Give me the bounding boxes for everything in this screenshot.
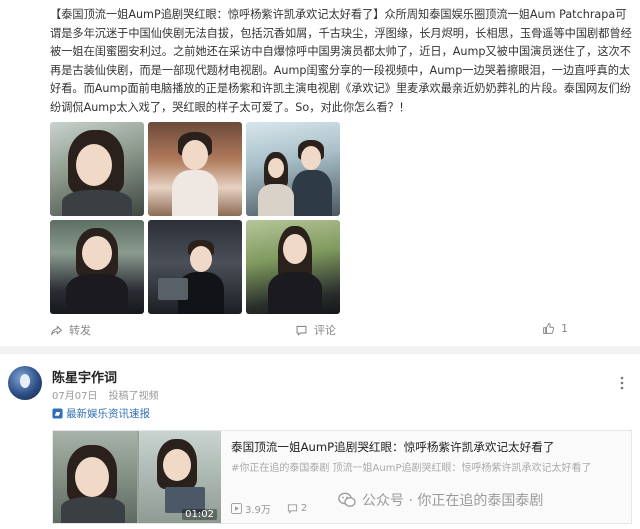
repost-button[interactable]: 转发 (50, 322, 91, 338)
like-button[interactable]: 1 (542, 322, 568, 335)
post-image-2[interactable] (148, 122, 242, 216)
wechat-icon (338, 492, 356, 507)
video-description: #你正在追的泰国泰剧 顶流一姐AumP追剧哭红眼：惊呼杨紫许凯承欢记太好看了 (231, 463, 592, 474)
post-image-5[interactable] (148, 220, 242, 314)
like-icon (543, 323, 555, 334)
repost-label: 转发 (69, 324, 91, 337)
post-source: 投稿了视频 (108, 391, 159, 402)
post-image-4[interactable] (50, 220, 144, 314)
post-image-6[interactable] (246, 220, 340, 314)
watermark: 公众号 · 你正在追的泰国泰剧 (338, 490, 543, 510)
post-meta: 07月07日 投稿了视频 (52, 387, 159, 402)
post-date: 07月07日 (52, 391, 98, 402)
feed-card: 陈星宇作词 07月07日 投稿了视频 最新娱乐资讯速报 01:02 泰国顶流一姐… (0, 354, 640, 529)
topic-icon (52, 408, 63, 419)
more-options-icon[interactable] (620, 376, 624, 390)
share-icon (51, 325, 62, 335)
video-title[interactable]: 泰国顶流一姐AumP追剧哭红眼：惊呼杨紫许凯承欢记太好看了 (231, 439, 623, 455)
play-count-icon (231, 503, 242, 514)
avatar[interactable] (8, 366, 42, 400)
post-image-1[interactable] (50, 122, 144, 216)
topic-tag-label: 最新娱乐资讯速报 (66, 408, 150, 420)
weibo-post: 【泰国顶流一姐AumP追剧哭红眼：惊呼杨紫许凯承欢记太好看了】众所周知泰国娱乐圈… (0, 0, 640, 346)
author-name[interactable]: 陈星宇作词 (52, 367, 117, 386)
comment-icon (296, 325, 307, 335)
comment-label: 评论 (314, 324, 336, 337)
comment-count-icon (287, 504, 297, 514)
like-count: 1 (561, 322, 568, 335)
feed-separator (0, 346, 640, 354)
comment-count: 2 (287, 503, 307, 514)
comment-button[interactable]: 评论 (295, 322, 336, 338)
image-grid (50, 122, 342, 314)
post-actions: 转发 评论 1 (50, 322, 634, 342)
video-duration: 01:02 (182, 509, 217, 520)
topic-tag[interactable]: 最新娱乐资讯速报 (52, 406, 150, 421)
video-stats: 3.9万 2 (231, 501, 307, 516)
post-body-text: 【泰国顶流一姐AumP追剧哭红眼：惊呼杨紫许凯承欢记太好看了】众所周知泰国娱乐圈… (50, 8, 632, 114)
video-thumbnail[interactable]: 01:02 (53, 431, 221, 523)
view-count: 3.9万 (231, 501, 271, 516)
watermark-text: 公众号 · 你正在追的泰国泰剧 (362, 493, 544, 509)
post-image-3[interactable] (246, 122, 340, 216)
